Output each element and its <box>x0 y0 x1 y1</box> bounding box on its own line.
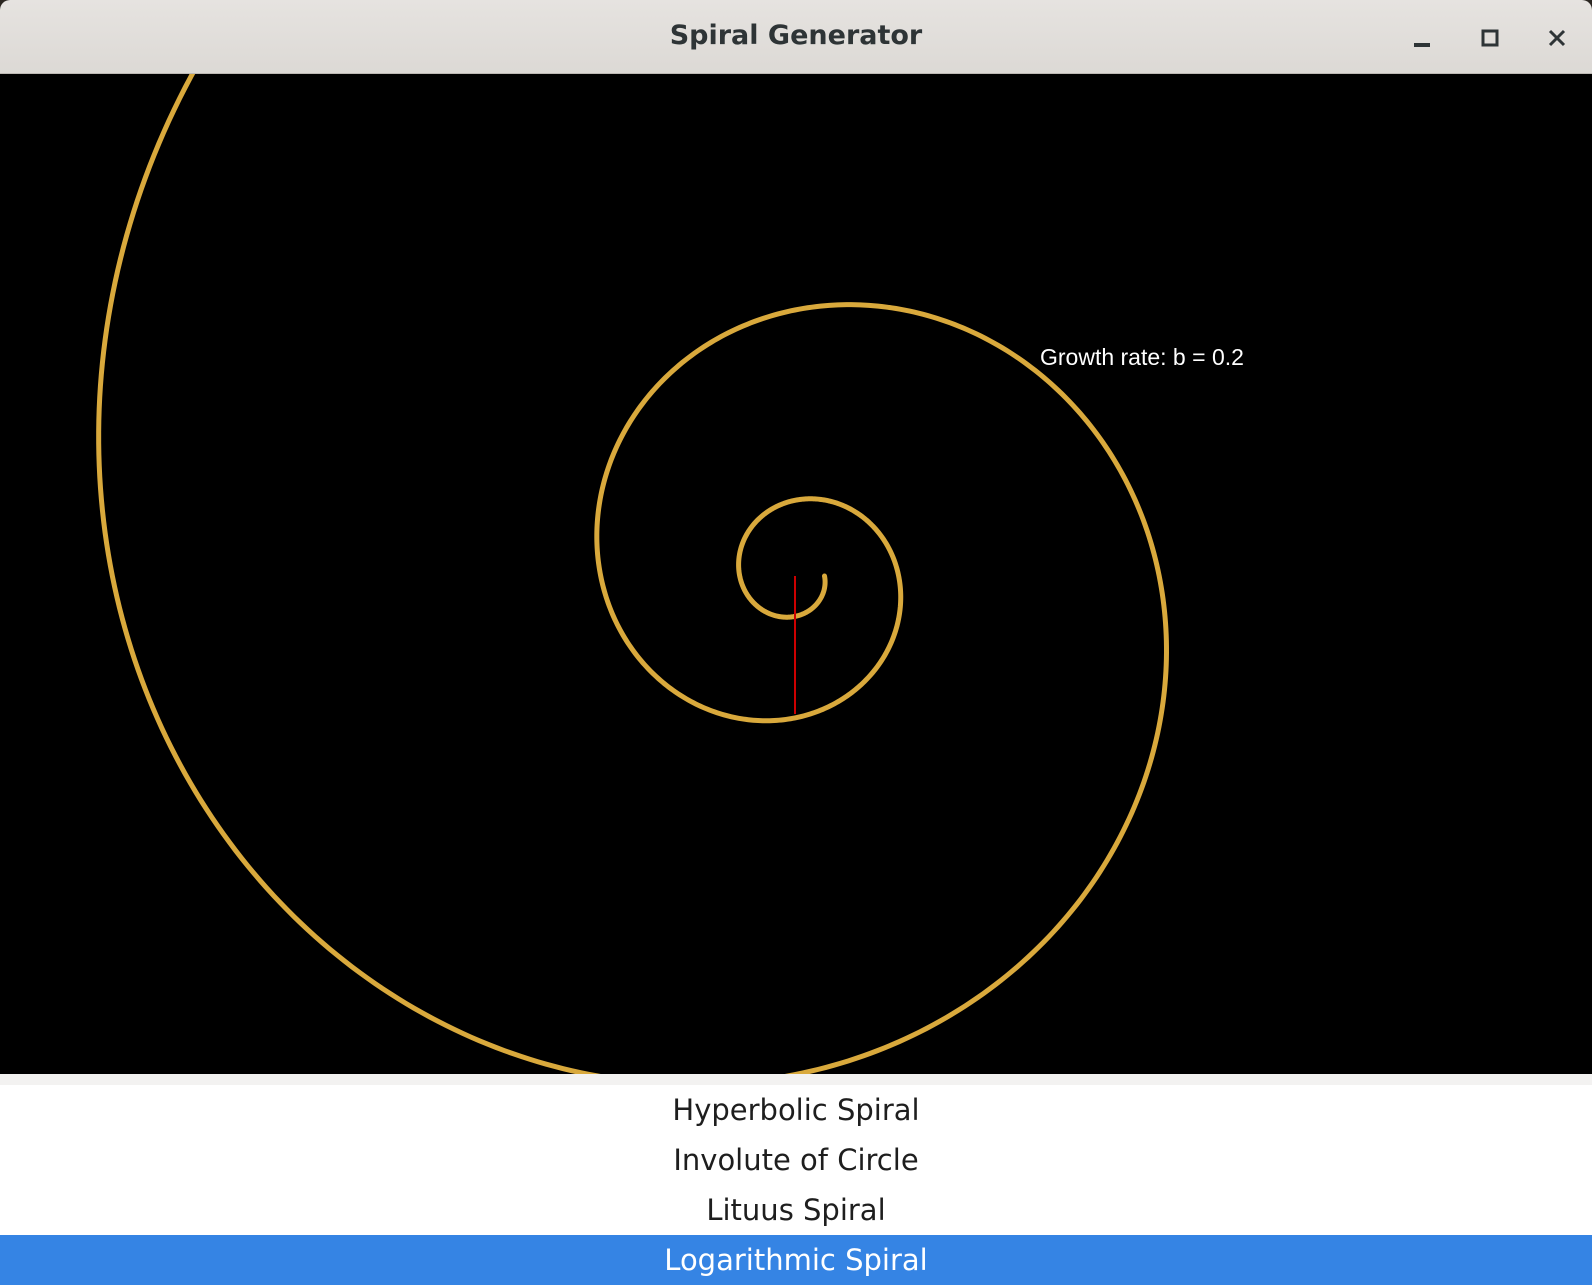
minimize-icon <box>1414 43 1430 47</box>
list-item-involute-of-circle[interactable]: Involute of Circle <box>0 1135 1592 1185</box>
list-item-lituus-spiral[interactable]: Lituus Spiral <box>0 1185 1592 1235</box>
title-bar[interactable]: Spiral Generator <box>0 0 1592 74</box>
app-window: Spiral Generator Growth rate: b = 0.2 Hy… <box>0 0 1592 1286</box>
window-title: Spiral Generator <box>669 20 923 51</box>
list-separator <box>0 1074 1592 1085</box>
list-item-hyperbolic-spiral[interactable]: Hyperbolic Spiral <box>0 1085 1592 1135</box>
spiral-drawing <box>96 74 1169 1074</box>
logarithmic-spiral-curve <box>96 74 1169 1074</box>
close-icon <box>1548 29 1566 47</box>
minimize-button[interactable] <box>1402 18 1442 58</box>
list-item-logarithmic-spiral[interactable]: Logarithmic Spiral <box>0 1235 1592 1285</box>
maximize-button[interactable] <box>1470 18 1510 58</box>
spiral-type-list[interactable]: Hyperbolic Spiral Involute of Circle Lit… <box>0 1074 1592 1286</box>
maximize-icon <box>1481 29 1499 47</box>
growth-rate-label: Growth rate: b = 0.2 <box>1040 344 1244 370</box>
spiral-canvas[interactable]: Growth rate: b = 0.2 <box>0 74 1592 1074</box>
close-button[interactable] <box>1537 18 1577 58</box>
